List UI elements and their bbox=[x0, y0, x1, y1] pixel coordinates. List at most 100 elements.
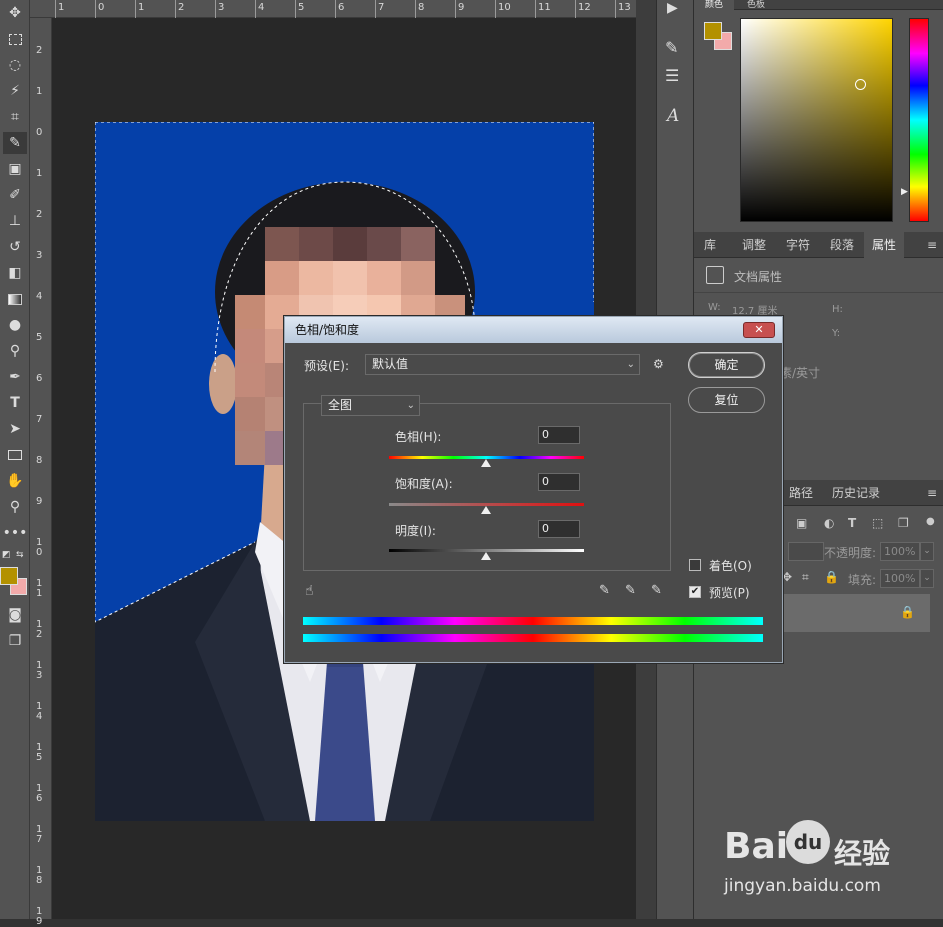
tab-swatches[interactable]: 色板 bbox=[736, 0, 776, 10]
tab-adjustments[interactable]: 调整 bbox=[734, 232, 774, 258]
gradient-tool-icon[interactable] bbox=[3, 288, 27, 310]
type-filter-icon[interactable]: T bbox=[848, 516, 856, 530]
lightness-label: 明度(I): bbox=[395, 524, 436, 538]
ok-button[interactable]: 确定 bbox=[688, 352, 765, 378]
adjust-sliders-icon[interactable]: ☰ bbox=[665, 66, 679, 85]
eyedropper-minus-icon[interactable]: ✎ bbox=[651, 583, 662, 598]
lock-all-icon[interactable]: 🔒 bbox=[824, 570, 839, 584]
eyedropper-icon[interactable]: ✎ bbox=[599, 583, 610, 598]
type-tool-icon[interactable]: T bbox=[3, 392, 27, 414]
move-tool-icon[interactable]: ✥ bbox=[3, 2, 27, 24]
dodge-tool-icon[interactable]: ⚲ bbox=[3, 340, 27, 362]
tab-paragraph[interactable]: 段落 bbox=[822, 232, 862, 258]
input-color-bar bbox=[303, 617, 763, 625]
ruler-tick-label: 0 bbox=[98, 2, 105, 13]
eyedropper-plus-icon[interactable]: ✎ bbox=[625, 583, 636, 598]
tab-character[interactable]: 字符 bbox=[778, 232, 818, 258]
hand-tool-icon[interactable]: ✋ bbox=[3, 470, 27, 492]
filter-toggle-icon[interactable]: ● bbox=[926, 516, 935, 527]
default-colors-icon[interactable]: ◩ bbox=[2, 550, 12, 560]
lightness-input[interactable]: 0 bbox=[538, 520, 580, 538]
clone-stamp-tool-icon[interactable]: ⊥ bbox=[3, 210, 27, 232]
panel-foreground-swatch[interactable] bbox=[704, 22, 722, 40]
screen-mode-icon[interactable]: ❐ bbox=[3, 630, 27, 652]
fill-field[interactable]: 100% bbox=[880, 569, 920, 588]
preset-value: 默认值 bbox=[372, 357, 409, 371]
fill-dropdown-icon[interactable]: ⌄ bbox=[920, 569, 934, 588]
eraser-tool-icon[interactable]: ◧ bbox=[3, 262, 27, 284]
opacity-label: 不透明度: bbox=[824, 546, 877, 560]
ruler-tick-label: 9 bbox=[458, 2, 465, 13]
tab-properties[interactable]: 属性 bbox=[864, 232, 904, 258]
marquee-tool-icon[interactable] bbox=[3, 28, 27, 50]
dialog-close-button[interactable]: ✕ bbox=[743, 322, 775, 338]
brush-settings-icon[interactable]: ✎ bbox=[665, 38, 678, 57]
image-filter-icon[interactable]: ▣ bbox=[796, 516, 807, 530]
preset-options-gear-icon[interactable]: ⚙ bbox=[653, 357, 664, 371]
foreground-color-swatch[interactable] bbox=[0, 567, 18, 585]
lock-position-icon[interactable]: ✥ bbox=[782, 570, 792, 584]
saturation-label: 饱和度(A): bbox=[395, 477, 453, 491]
targeted-adjustment-hand-icon[interactable]: ☝ bbox=[305, 583, 314, 599]
colorize-checkbox[interactable] bbox=[689, 559, 701, 571]
ruler-tick-label: 0 bbox=[36, 127, 43, 138]
layer-lock-icon: 🔒 bbox=[900, 605, 915, 619]
tools-panel: ✥ ◌ ⚡ ⌗ ✎ ▣ ✐ ⊥ ↺ ◧ ● ⚲ ✒ T ➤ ✋ ⚲ ••• ◩ … bbox=[0, 0, 30, 919]
ruler-tick-label: 1 bbox=[138, 2, 145, 13]
zoom-tool-icon[interactable]: ⚲ bbox=[3, 496, 27, 518]
more-tools-icon[interactable]: ••• bbox=[3, 522, 28, 544]
brush-tool-icon[interactable]: ✐ bbox=[3, 184, 27, 206]
blend-mode-select[interactable] bbox=[788, 542, 824, 561]
rectangle-tool-icon[interactable] bbox=[3, 444, 27, 466]
tab-libraries[interactable]: 库 bbox=[694, 232, 726, 258]
blur-tool-icon[interactable]: ● bbox=[3, 314, 27, 336]
ruler-tick-label: 1 3 bbox=[36, 660, 43, 681]
eyedropper-tool-icon[interactable]: ✎ bbox=[3, 132, 27, 154]
saturation-input[interactable]: 0 bbox=[538, 473, 580, 491]
ruler-tick-label: 6 bbox=[338, 2, 345, 13]
layers-menu-icon[interactable]: ≡ bbox=[922, 480, 942, 506]
preset-select[interactable]: 默认值 ⌄ bbox=[365, 354, 640, 375]
reset-button[interactable]: 复位 bbox=[688, 387, 765, 413]
ruler-tick-label: 2 bbox=[36, 45, 43, 56]
ruler-tick-label: 1 9 bbox=[36, 906, 43, 927]
hue-slider[interactable] bbox=[909, 18, 929, 222]
ruler-tick-label: 1 2 bbox=[36, 619, 43, 640]
history-brush-tool-icon[interactable]: ↺ bbox=[3, 236, 27, 258]
channel-select[interactable]: 全图 ⌄ bbox=[321, 395, 420, 416]
panel-menu-icon[interactable]: ≡ bbox=[922, 232, 942, 258]
hue-slider-marker-icon[interactable]: ▶ bbox=[901, 187, 908, 197]
properties-panel-tabs: 库 调整 字符 段落 属性 ≡ bbox=[694, 232, 943, 258]
glyphs-icon[interactable]: A bbox=[667, 106, 679, 126]
pen-tool-icon[interactable]: ✒ bbox=[3, 366, 27, 388]
hue-slider-thumb[interactable] bbox=[481, 459, 491, 467]
swap-colors-icon[interactable]: ⇆ bbox=[16, 550, 26, 560]
healing-brush-tool-icon[interactable]: ▣ bbox=[3, 158, 27, 180]
opacity-dropdown-icon[interactable]: ⌄ bbox=[920, 542, 934, 561]
ruler-tick-mark bbox=[455, 0, 456, 18]
ruler-tick-mark bbox=[255, 0, 256, 18]
tab-history[interactable]: 历史记录 bbox=[826, 480, 886, 506]
saturation-slider-thumb[interactable] bbox=[481, 506, 491, 514]
color-picker-field[interactable] bbox=[740, 18, 893, 222]
lightness-slider-thumb[interactable] bbox=[481, 552, 491, 560]
tab-paths[interactable]: 路径 bbox=[784, 480, 818, 506]
tab-color[interactable]: 颜色 bbox=[694, 0, 734, 10]
lasso-tool-icon[interactable]: ◌ bbox=[3, 54, 27, 76]
lock-artboard-icon[interactable]: ⌗ bbox=[802, 570, 809, 585]
crop-tool-icon[interactable]: ⌗ bbox=[3, 106, 27, 128]
adjustment-filter-icon[interactable]: ◐ bbox=[824, 516, 834, 530]
magic-wand-tool-icon[interactable]: ⚡ bbox=[3, 80, 27, 102]
chevron-down-icon: ⌄ bbox=[626, 359, 635, 370]
ruler-tick-label: 1 4 bbox=[36, 701, 43, 722]
shape-filter-icon[interactable]: ⬚ bbox=[872, 516, 883, 530]
path-selection-tool-icon[interactable]: ➤ bbox=[3, 418, 27, 440]
smart-object-filter-icon[interactable]: ❐ bbox=[898, 516, 909, 530]
ruler-tick-label: 4 bbox=[258, 2, 265, 13]
picker-cursor[interactable] bbox=[855, 79, 866, 90]
opacity-field[interactable]: 100% bbox=[880, 542, 920, 561]
preview-checkbox[interactable]: ✔ bbox=[689, 586, 701, 598]
hue-input[interactable]: 0 bbox=[538, 426, 580, 444]
quick-mask-icon[interactable]: ◙ bbox=[3, 604, 27, 626]
play-icon[interactable]: ▶ bbox=[667, 0, 678, 16]
